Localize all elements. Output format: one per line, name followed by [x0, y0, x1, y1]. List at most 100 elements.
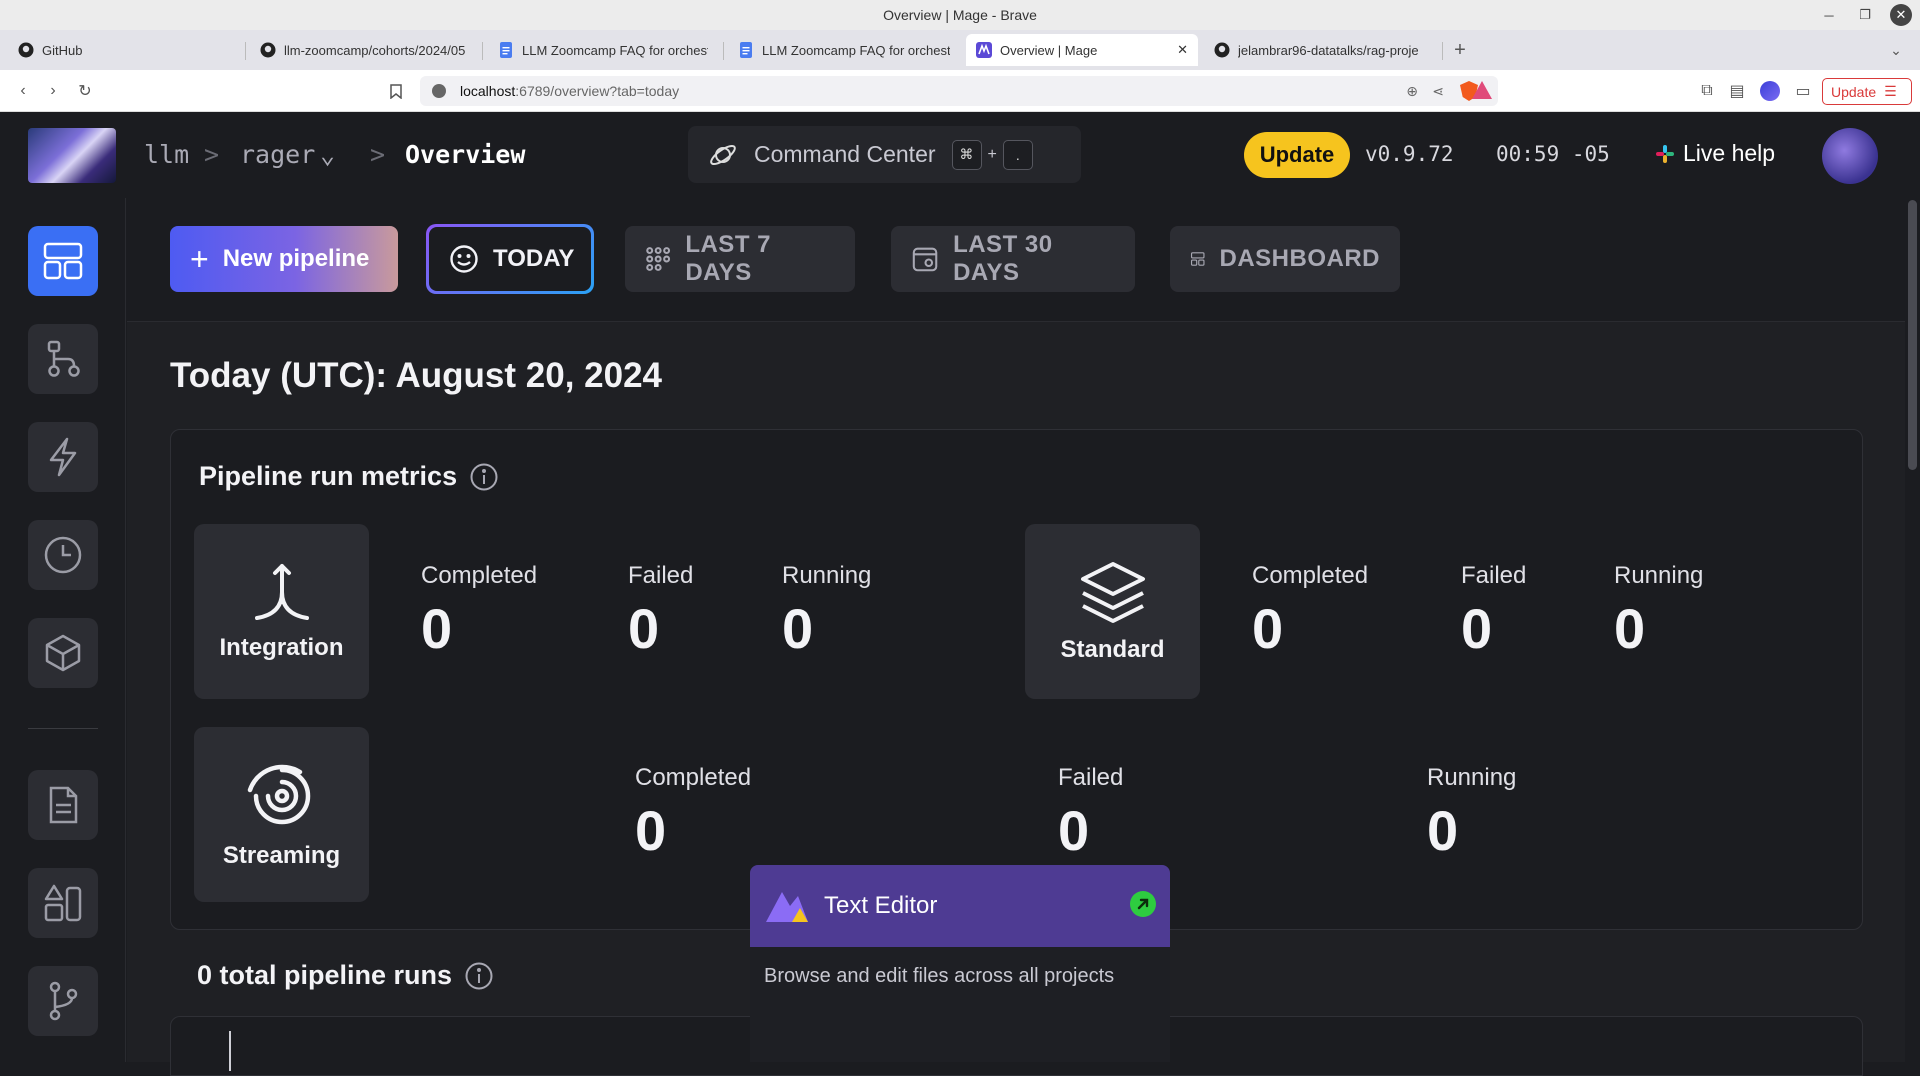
new-tab-icon[interactable]: +: [1449, 39, 1471, 61]
clock-icon: [44, 536, 82, 574]
standard-type-card: Standard: [1025, 524, 1200, 699]
browser-navbar: ‹ › ↻ localhost:6789/overview?tab=today …: [0, 70, 1920, 112]
menu-icon: ☰: [1884, 83, 1897, 99]
tab-today-label: TODAY: [493, 245, 575, 272]
maximize-icon[interactable]: ❐: [1854, 4, 1876, 26]
tab-last-30-days[interactable]: LAST 30 DAYS: [891, 226, 1135, 292]
metric-value: 0: [421, 597, 453, 660]
metric-label: Failed: [1058, 764, 1124, 791]
metric-value: 0: [628, 597, 660, 660]
new-pipeline-button[interactable]: + New pipeline: [170, 226, 398, 292]
browser-tab[interactable]: llm-zoomcamp/cohorts/2024/05: [250, 34, 475, 66]
forward-icon[interactable]: ›: [42, 80, 64, 102]
share-icon[interactable]: ⋖: [1432, 83, 1444, 100]
chevron-down-icon[interactable]: ⌄: [320, 140, 335, 169]
url-path: :6789/overview?tab=today: [515, 83, 680, 99]
info-icon[interactable]: [464, 961, 494, 991]
metric-label: Completed: [421, 562, 538, 589]
tab-dashboard[interactable]: DASHBOARD: [1170, 226, 1400, 292]
sidebar-item-files[interactable]: [28, 770, 98, 840]
browser-tab[interactable]: LLM Zoomcamp FAQ for orchestr: [728, 34, 960, 66]
sidebar-item-runs[interactable]: [28, 520, 98, 590]
metric-value: 0: [635, 799, 667, 862]
tab-title: LLM Zoomcamp FAQ for orchestr: [522, 42, 708, 58]
close-icon[interactable]: ✕: [1890, 4, 1912, 26]
metric-value: 0: [1252, 597, 1284, 660]
page-scrollbar[interactable]: [1905, 198, 1920, 1062]
info-icon[interactable]: [469, 462, 499, 492]
breadcrumb-repo[interactable]: rager: [240, 140, 315, 169]
metric-label: Completed: [635, 764, 752, 791]
metrics-title: Pipeline run metrics: [199, 461, 499, 492]
browser-tab[interactable]: jelambrar96-datatalks/rag-proje: [1204, 34, 1436, 66]
overview-toolbar: + New pipeline TODAY LAST 7 DAYS LAST 30…: [127, 198, 1905, 322]
docs-icon: [498, 42, 514, 58]
pipeline-icon: [47, 340, 80, 377]
sidebar-item-triggers[interactable]: [28, 422, 98, 492]
sidebar-item-templates[interactable]: [28, 868, 98, 938]
extensions-icon[interactable]: ⧉: [1696, 80, 1718, 102]
shortcut-plus: +: [987, 145, 997, 163]
breadcrumb-project[interactable]: llm: [144, 140, 189, 169]
metric-label: Completed: [1252, 562, 1369, 589]
sidebar-item-pipelines[interactable]: [28, 324, 98, 394]
chart-axis-line: [229, 1031, 231, 1071]
close-tab-icon[interactable]: ✕: [1177, 42, 1188, 58]
streaming-completed: Completed 0: [635, 764, 751, 863]
tab-last-30-days-label: LAST 30 DAYS: [953, 231, 1053, 286]
tab-title: jelambrar96-datatalks/rag-proje: [1238, 42, 1419, 58]
metric-label: Running: [782, 562, 872, 589]
zoom-icon[interactable]: ⊕: [1406, 83, 1418, 100]
github-icon: [18, 42, 34, 58]
browser-update-button[interactable]: Update ☰: [1822, 78, 1912, 105]
breadcrumb-page: Overview: [405, 140, 526, 169]
sidebar-item-overview[interactable]: [28, 226, 98, 296]
tab-list-chevron-icon[interactable]: ⌄: [1885, 39, 1907, 61]
brave-rewards-icon[interactable]: [1472, 81, 1492, 99]
pipeline-run-metrics-card: Pipeline run metrics Integration Complet…: [170, 429, 1863, 930]
page-title: Today (UTC): August 20, 2024: [170, 356, 663, 395]
metric-label: Failed: [1461, 562, 1527, 589]
sidebar-item-version-control[interactable]: [28, 966, 98, 1036]
scrollbar-thumb[interactable]: [1908, 200, 1917, 470]
integration-completed: Completed 0: [421, 562, 537, 661]
browser-tab[interactable]: LLM Zoomcamp FAQ for orchestr: [488, 34, 718, 66]
integration-icon: [254, 563, 309, 620]
planet-icon: [710, 144, 736, 165]
reload-icon[interactable]: ↻: [74, 80, 96, 102]
sidebar-item-blocks[interactable]: [28, 618, 98, 688]
open-external-icon[interactable]: [1130, 891, 1156, 917]
metric-value: 0: [1614, 597, 1646, 660]
tab-title: GitHub: [42, 42, 83, 58]
tab-title: LLM Zoomcamp FAQ for orchestr: [762, 42, 950, 58]
command-center-label: Command Center: [754, 141, 936, 167]
metric-label: Running: [1427, 764, 1517, 791]
tab-today[interactable]: TODAY: [426, 224, 594, 294]
back-icon[interactable]: ‹: [12, 80, 34, 102]
lightning-icon: [49, 437, 77, 477]
metric-label: Failed: [628, 562, 694, 589]
tab-last-7-days[interactable]: LAST 7 DAYS: [625, 226, 855, 292]
streaming-failed: Failed 0: [1058, 764, 1123, 863]
site-info-icon[interactable]: [432, 84, 446, 98]
user-avatar[interactable]: [1822, 128, 1878, 184]
project-logo-image[interactable]: [28, 128, 116, 183]
command-center-button[interactable]: Command Center ⌘ + .: [688, 126, 1081, 183]
text-editor-popup[interactable]: Text Editor Browse and edit files across…: [750, 865, 1170, 1062]
minimize-icon[interactable]: ─: [1818, 4, 1840, 26]
bookmark-icon[interactable]: [385, 80, 407, 102]
wallet-icon[interactable]: ▭: [1792, 80, 1814, 102]
browser-tab-active[interactable]: Overview | Mage ✕: [966, 34, 1198, 66]
browser-tabbar: GitHub llm-zoomcamp/cohorts/2024/05 LLM …: [0, 30, 1920, 70]
popup-description: Browse and edit files across all project…: [764, 965, 1115, 987]
sidebar-toggle-icon[interactable]: ▤: [1726, 80, 1748, 102]
address-bar[interactable]: localhost:6789/overview?tab=today ⊕ ⋖: [420, 76, 1498, 106]
layers-icon: [1080, 561, 1145, 623]
app-header: llm > rager ⌄ > Overview Command Center …: [0, 112, 1920, 198]
dashboard-icon: [43, 242, 83, 280]
update-button[interactable]: Update: [1244, 132, 1350, 178]
integration-failed: Failed 0: [628, 562, 693, 661]
browser-tab[interactable]: GitHub: [8, 34, 238, 66]
vpn-icon[interactable]: [1760, 81, 1780, 101]
live-help-button[interactable]: Live help: [1655, 140, 1775, 167]
